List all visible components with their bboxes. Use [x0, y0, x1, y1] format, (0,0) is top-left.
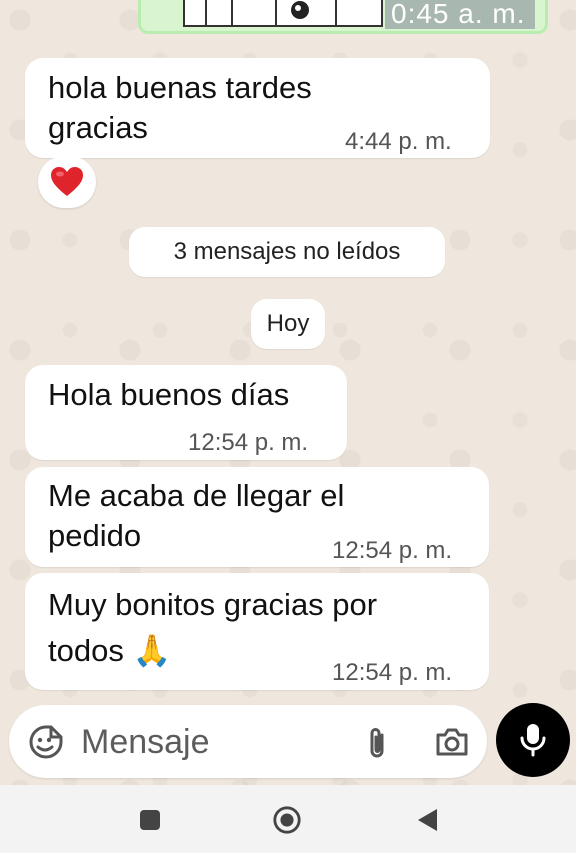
message-bubble-3[interactable]: Me acaba de llegar el pedido 12:54 p. m. [25, 467, 489, 567]
system-navigation-bar [0, 785, 576, 853]
recents-icon[interactable] [135, 805, 165, 835]
quoted-image-glyph-icon [291, 1, 309, 19]
message-text: Me acaba de llegar el pedido [48, 478, 345, 553]
mic-icon [520, 724, 546, 757]
message-bubble-4[interactable]: Muy bonitos gracias por todos 🙏 12:54 p.… [25, 573, 489, 690]
attach-icon[interactable] [364, 725, 390, 761]
message-text: Muy bonitos gracias por todos 🙏 [48, 587, 378, 668]
quoted-image-content [183, 0, 383, 27]
message-bubble-1[interactable]: hola buenas tardes gracias 4:44 p. m. [25, 58, 490, 158]
unread-messages-banner: 3 mensajes no leídos [129, 227, 445, 277]
message-text: hola buenas tardes gracias [48, 70, 312, 145]
chat-background: 0:45 a. m. hola buenas tardes gracias 4:… [0, 0, 576, 785]
message-time: 12:54 p. m. [332, 659, 453, 686]
message-composer [9, 705, 487, 778]
voice-message-button[interactable] [496, 703, 570, 777]
message-text: Hola buenos días [48, 377, 290, 412]
home-icon[interactable] [272, 805, 302, 835]
message-time: 4:44 p. m. [345, 128, 452, 155]
heart-icon [51, 167, 83, 196]
quoted-image-preview[interactable]: 0:45 a. m. [138, 0, 548, 34]
sticker-icon[interactable] [27, 723, 65, 761]
message-time: 12:54 p. m. [332, 537, 453, 564]
message-input[interactable] [81, 721, 331, 763]
message-bubble-2[interactable]: Hola buenos días 12:54 p. m. [25, 365, 347, 460]
date-chip: Hoy [251, 299, 325, 349]
message-time: 12:54 p. m. [188, 429, 309, 456]
quoted-image-time: 0:45 a. m. [385, 0, 535, 29]
heart-reaction[interactable] [38, 156, 96, 208]
back-icon[interactable] [412, 805, 442, 835]
camera-icon[interactable] [435, 727, 469, 757]
